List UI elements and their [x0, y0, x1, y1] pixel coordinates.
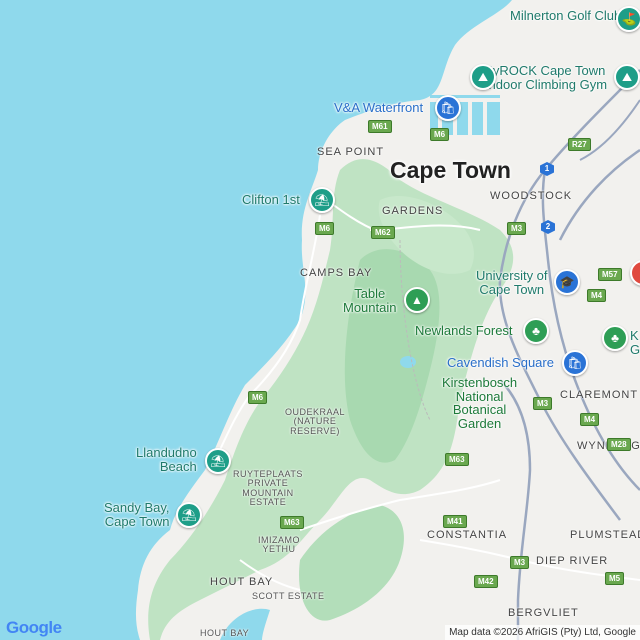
reservoir — [400, 356, 416, 368]
road-shield-m62: M62 — [371, 226, 395, 239]
shopping-icon[interactable]: 🛍 — [435, 95, 461, 121]
garden-icon[interactable]: ♣ — [602, 325, 628, 351]
area-label-oudekraal: OUDEKRAAL (NATURE RESERVE) — [285, 407, 346, 436]
area-label-bergvliet: BERGVLIET — [508, 607, 579, 619]
road-shield-m3: M3 — [510, 556, 530, 569]
area-label-constantia: CONSTANTIA — [427, 529, 508, 541]
poi-label-kirstenbosch[interactable]: Kirstenbosch National Botanical Garden — [442, 376, 517, 431]
poi-label-clifton-1st[interactable]: Clifton 1st — [242, 193, 300, 207]
road-shield-m3: M3 — [533, 397, 553, 410]
road-shield-m61: M61 — [368, 120, 392, 133]
poi-label-cityrock[interactable]: CityROCK Cape Town - Indoor Climbing Gym — [477, 64, 607, 91]
poi-label-uct[interactable]: University of Cape Town — [476, 269, 548, 296]
google-logo[interactable]: Google — [6, 618, 62, 638]
map-attribution[interactable]: Map data ©2026 AfriGIS (Pty) Ltd, Google — [445, 625, 640, 640]
shopping-icon[interactable]: 🛍 — [562, 350, 588, 376]
poi-label-partial: K G — [630, 328, 640, 357]
road-shield-m63: M63 — [280, 516, 304, 529]
area-label-scott-estate: SCOTT ESTATE — [252, 591, 325, 601]
road-shield-r27: R27 — [568, 138, 591, 151]
area-label-gardens: GARDENS — [382, 205, 444, 217]
climbing-icon[interactable]: ⛰ — [614, 64, 640, 90]
road-shield-m5: M5 — [605, 572, 625, 585]
beach-icon[interactable]: ⛱ — [176, 502, 202, 528]
forest-icon[interactable]: ♣ — [523, 318, 549, 344]
road-shield-m57: M57 — [598, 268, 622, 281]
area-label-claremont: CLAREMONT — [560, 389, 639, 401]
area-label-ruyteplaats: RUYTEPLAATS PRIVATE MOUNTAIN ESTATE — [233, 469, 303, 508]
poi-label-cavendish-square[interactable]: Cavendish Square — [447, 356, 554, 370]
city-label-cape-town[interactable]: Cape Town — [390, 158, 511, 182]
road-shield-m6: M6 — [248, 391, 268, 404]
area-label-plumstead: PLUMSTEAD — [570, 529, 640, 541]
mountain-icon[interactable]: ▲ — [404, 287, 430, 313]
golf-icon[interactable]: ⛳ — [616, 6, 640, 32]
road-shield-m63: M63 — [445, 453, 469, 466]
beach-icon[interactable]: ⛱ — [205, 448, 231, 474]
road-shield-m4: M4 — [580, 413, 600, 426]
area-label-diep-river: DIEP RIVER — [536, 555, 609, 567]
school-icon[interactable]: 🎓 — [554, 269, 580, 295]
poi-label-table-mountain[interactable]: Table Mountain — [343, 287, 396, 314]
road-shield-m28: M28 — [607, 438, 631, 451]
area-label-hout-bay: HOUT BAY — [210, 576, 274, 588]
road-shield-m6: M6 — [315, 222, 335, 235]
road-shield-m4: M4 — [587, 289, 607, 302]
road-shield-m6: M6 — [430, 128, 450, 141]
area-label-woodstock: WOODSTOCK — [490, 190, 573, 202]
area-label-camps-bay: CAMPS BAY — [300, 267, 373, 279]
beach-icon[interactable]: ⛱ — [309, 187, 335, 213]
poi-label-sandy-bay[interactable]: Sandy Bay, Cape Town — [104, 501, 170, 528]
climbing-icon[interactable]: ⛰ — [470, 64, 496, 90]
area-label-hout-bay-harbour: HOUT BAY — [200, 628, 250, 638]
road-shield-m3: M3 — [507, 222, 527, 235]
road-shield-m41: M41 — [443, 515, 467, 528]
poi-label-milnerton-golf-club[interactable]: Milnerton Golf Club — [510, 9, 621, 23]
area-label-imizamo-yethu: IMIZAMO YETHU — [258, 535, 300, 555]
poi-label-llandudno-beach[interactable]: Llandudno Beach — [136, 446, 197, 473]
poi-label-newlands-forest[interactable]: Newlands Forest — [415, 324, 513, 338]
poi-label-va-waterfront[interactable]: V&A Waterfront — [334, 101, 423, 115]
road-shield-m42: M42 — [474, 575, 498, 588]
area-label-sea-point: SEA POINT — [317, 146, 385, 158]
